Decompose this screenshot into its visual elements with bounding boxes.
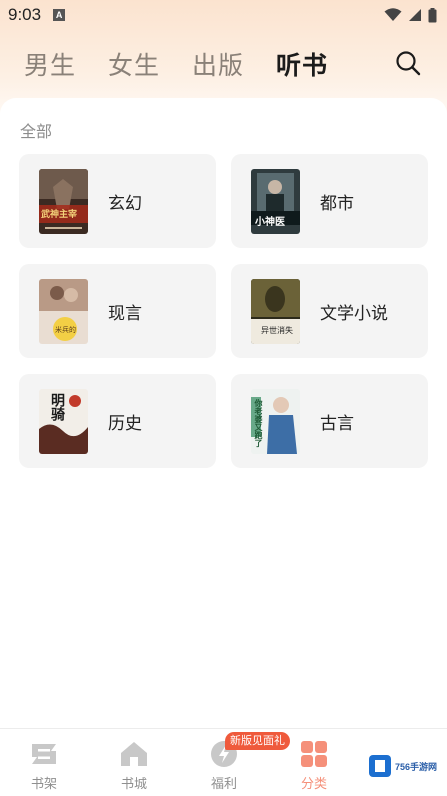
book-cover-title: 米兵的 — [55, 325, 76, 334]
status-bar: 9:03 A — [0, 0, 447, 30]
category-card-lishi[interactable]: 明骑 历史 — [19, 374, 216, 468]
notification-icon: A — [53, 9, 66, 21]
book-cover: 异世消失 — [251, 278, 300, 344]
bookshelf-icon — [32, 744, 56, 764]
category-card-xianyan[interactable]: 米兵的 现言 — [19, 264, 216, 358]
nav-category[interactable]: 分类 — [284, 739, 344, 795]
watermark-text: 756手游网 — [395, 761, 438, 772]
category-label: 古言 — [320, 413, 354, 434]
book-cover-title: 异世消失 — [261, 325, 293, 335]
category-card-guyan[interactable]: 你老婆又跑了 古言 — [231, 374, 428, 468]
tab-boys[interactable]: 男生 — [24, 46, 76, 82]
category-label: 文学小说 — [320, 303, 388, 324]
book-cover-title: 明骑 — [49, 392, 65, 421]
watermark: 756手游网 — [368, 753, 442, 779]
book-cover: 小神医 — [251, 168, 300, 234]
watermark-logo-icon — [369, 755, 391, 777]
category-label: 都市 — [320, 193, 354, 214]
wifi-icon — [384, 8, 402, 21]
category-card-dushi[interactable]: 小神医 都市 — [231, 154, 428, 248]
tab-publish[interactable]: 出版 — [192, 46, 244, 82]
status-indicators — [384, 7, 437, 23]
signal-icon — [409, 9, 421, 21]
category-card-xuanhuan[interactable]: 武神主宰 玄幻 — [19, 154, 216, 248]
book-cover: 武神主宰 — [39, 168, 88, 234]
category-label: 现言 — [108, 303, 142, 324]
category-label: 玄幻 — [108, 193, 142, 214]
category-card-wenxue[interactable]: 异世消失 文学小说 — [231, 264, 428, 358]
category-panel: 全部 武神主宰 玄幻 小神医 都市 米兵的 现言 异世消失 文学小说 明骑 历史… — [0, 98, 447, 728]
tab-girls[interactable]: 女生 — [108, 46, 160, 82]
top-tabs: 男生 女生 出版 听书 — [0, 42, 447, 86]
nav-label: 书城 — [120, 777, 147, 792]
status-time: 9:03 — [8, 5, 42, 24]
book-cover-title: 武神主宰 — [41, 209, 78, 220]
category-label: 历史 — [108, 413, 142, 434]
section-label: 全部 — [20, 122, 53, 141]
home-icon — [121, 742, 147, 766]
tab-audiobook[interactable]: 听书 — [276, 46, 328, 82]
promo-badge[interactable]: 新版见面礼 — [225, 732, 290, 750]
battery-icon — [428, 7, 437, 22]
nav-label: 书架 — [30, 777, 57, 792]
category-grid-icon — [301, 741, 327, 767]
book-cover-title: 你老婆又跑了 — [254, 398, 263, 447]
book-cover-title: 小神医 — [255, 216, 285, 228]
search-icon[interactable] — [395, 50, 421, 76]
nav-label: 福利 — [210, 777, 237, 792]
book-cover: 米兵的 — [39, 278, 88, 344]
nav-bookstore[interactable]: 书城 — [104, 739, 164, 795]
nav-label: 分类 — [300, 777, 327, 792]
book-cover: 你老婆又跑了 — [251, 388, 300, 454]
book-cover: 明骑 — [39, 388, 88, 454]
nav-bookshelf[interactable]: 书架 — [14, 739, 74, 795]
